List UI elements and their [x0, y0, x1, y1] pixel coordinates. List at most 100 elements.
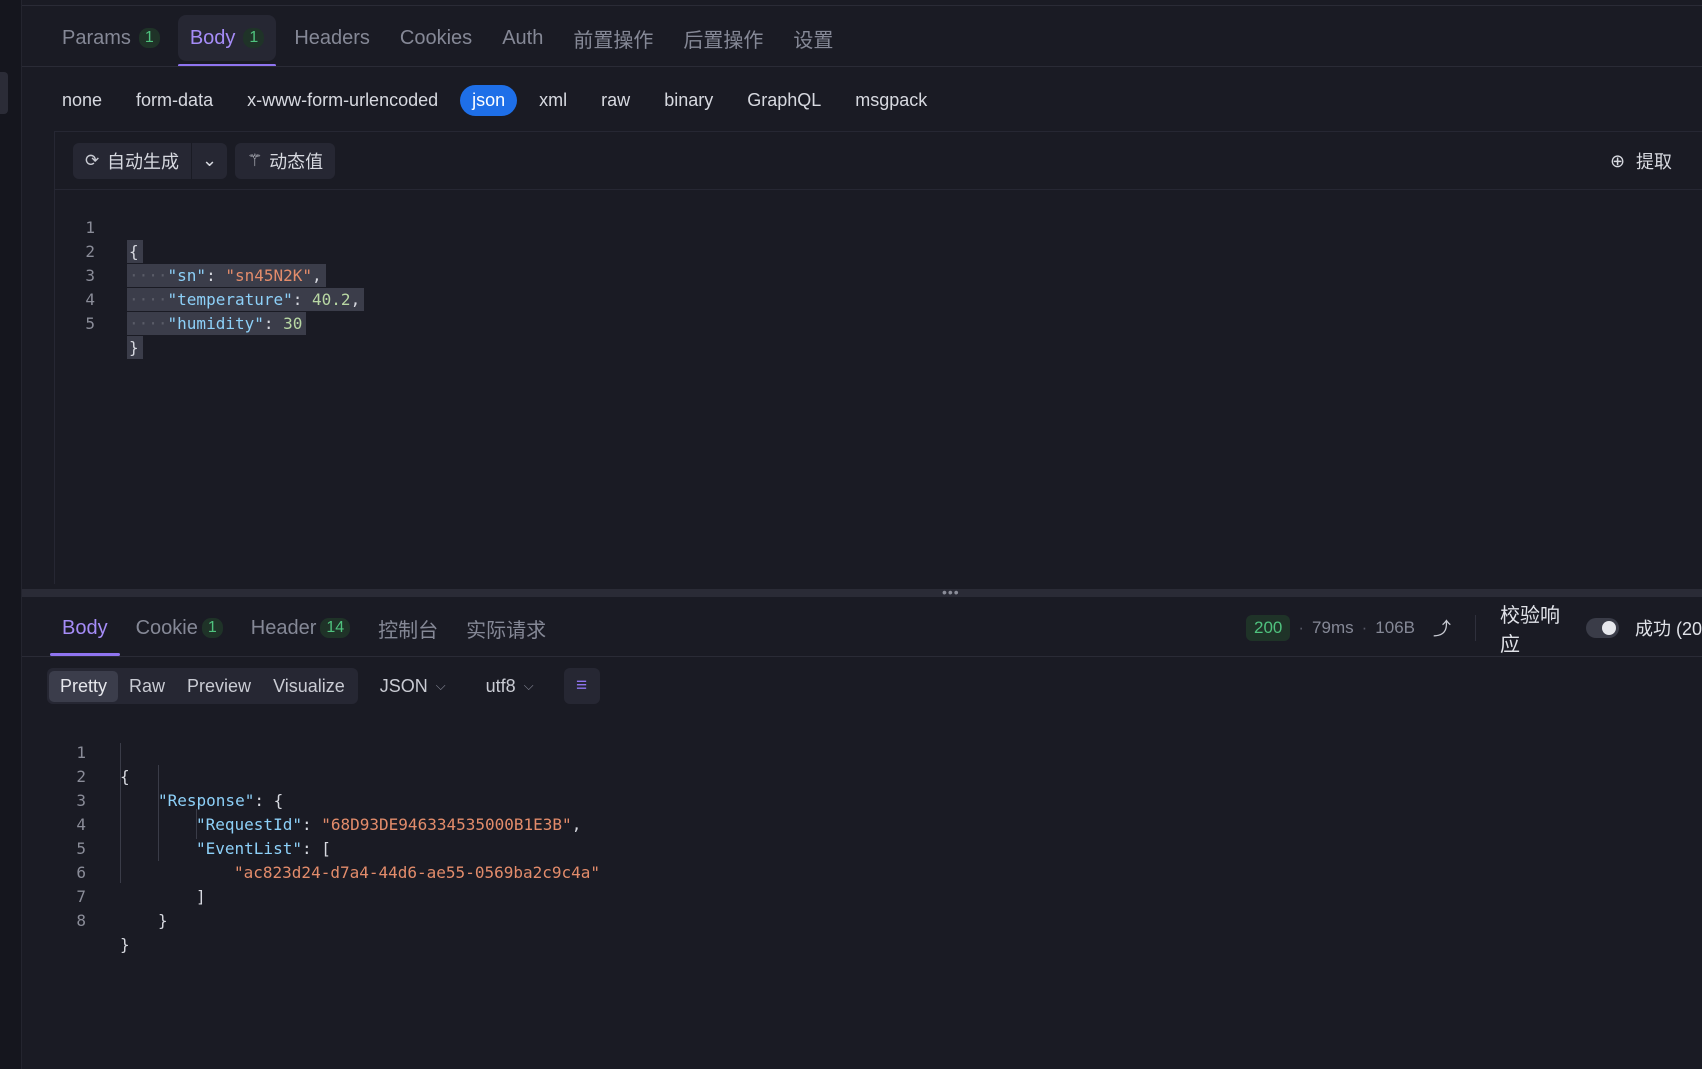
response-tab-console[interactable]: 控制台 — [366, 606, 450, 650]
editor-toolbar: ⟳ 自动生成 ⌄ ⚚ 动态值 ⊕ 提取 — [55, 132, 1702, 190]
body-type-form-data[interactable]: form-data — [124, 85, 225, 116]
dynamic-value-button[interactable]: ⚚ 动态值 — [235, 142, 336, 179]
code-line: 4 ····"humidity": 30 — [55, 264, 307, 335]
word-wrap-button[interactable]: ≡ — [563, 668, 600, 704]
view-mode-pretty[interactable]: Pretty — [49, 670, 119, 702]
tab-cookies[interactable]: Cookies — [388, 15, 484, 61]
response-code[interactable]: 1 { 2 "Response": { 3 "RequestId": "68D9… — [48, 717, 600, 954]
json-key: "humidity" — [167, 314, 264, 333]
body-type-json[interactable]: json — [460, 84, 518, 116]
top-border — [22, 0, 1702, 6]
verify-result[interactable]: 成功 (20 — [1635, 615, 1702, 641]
divider — [22, 656, 1702, 657]
tab-label: Auth — [502, 26, 544, 49]
encoding-dropdown[interactable]: utf8 ⌵ — [486, 676, 534, 697]
tab-params[interactable]: Params 1 — [50, 15, 172, 61]
request-body-editor: ⟳ 自动生成 ⌄ ⚚ 动态值 ⊕ 提取 1 { 2 ····"sn": "sn4… — [54, 132, 1702, 584]
code-line: 5 } — [55, 288, 143, 359]
json-key: "Response" — [158, 791, 255, 810]
code-line: 1 { — [55, 192, 143, 263]
response-tabs: Body Cookie 1 Header 14 控制台 实际请求 — [50, 606, 558, 656]
body-count-badge: 1 — [243, 28, 265, 48]
tab-label: 设置 — [793, 29, 834, 52]
tab-label: Body — [189, 26, 236, 49]
tab-label: Header — [250, 616, 317, 639]
header-count-badge: 14 — [320, 618, 351, 638]
code-line: 2 ····"sn": "sn45N2K", — [55, 216, 326, 287]
magic-wand-icon: ⚚ — [247, 150, 263, 170]
share-icon[interactable]: ⤴ — [1433, 615, 1451, 641]
auto-generate-dropdown[interactable]: ⌄ — [191, 142, 228, 179]
tab-label: Body — [62, 616, 108, 639]
dropdown-value: JSON — [379, 675, 428, 696]
chevron-down-icon: ⌄ — [202, 150, 218, 170]
body-type-raw[interactable]: raw — [589, 85, 642, 116]
json-key: "EventList" — [196, 839, 302, 858]
response-tab-body[interactable]: Body — [50, 606, 120, 656]
response-time: 79ms — [1312, 618, 1354, 637]
code-line: 1 { — [48, 717, 129, 786]
body-type-binary[interactable]: binary — [652, 85, 725, 116]
tab-body[interactable]: Body 1 — [177, 15, 277, 67]
body-type-xml[interactable]: xml — [527, 85, 579, 116]
json-value: "68D93DE946334535000B1E3B" — [321, 815, 572, 834]
button-label: 提取 — [1636, 152, 1672, 172]
json-key: "sn" — [167, 266, 207, 285]
response-size: 106B — [1375, 618, 1415, 637]
button-label: 自动生成 — [107, 151, 179, 172]
response-tab-actual-request[interactable]: 实际请求 — [454, 606, 558, 650]
json-brace: { — [127, 240, 143, 263]
json-brace: } — [127, 336, 143, 359]
chevron-down-icon: ⌵ — [523, 678, 534, 693]
indent-guide — [120, 743, 121, 883]
view-mode-selector: Pretty Raw Preview Visualize — [47, 668, 358, 704]
tab-headers[interactable]: Headers — [282, 15, 382, 61]
response-tab-header[interactable]: Header 14 — [239, 606, 362, 650]
refresh-icon: ⟳ — [85, 150, 100, 170]
tab-auth[interactable]: Auth — [490, 15, 555, 61]
response-view-controls: Pretty Raw Preview Visualize JSON ⌵ utf8… — [47, 668, 600, 704]
tab-post-operations[interactable]: 后置操作 — [671, 15, 775, 61]
json-value: "ac823d24-d7a4-44d6-ae55-0569ba2c9c4a" — [234, 863, 601, 882]
code-line: 7 } — [48, 861, 167, 930]
line-number: 5 — [85, 314, 95, 333]
auto-generate-button[interactable]: ⟳ 自动生成 — [73, 142, 191, 179]
drag-handle-icon[interactable]: ••• — [942, 585, 960, 599]
body-type-none[interactable]: none — [50, 85, 114, 116]
indent-guide — [158, 765, 159, 861]
json-value: 30 — [283, 314, 303, 333]
view-mode-visualize[interactable]: Visualize — [262, 671, 356, 702]
view-mode-raw[interactable]: Raw — [118, 671, 176, 702]
tab-label: 实际请求 — [466, 619, 547, 642]
code-line: 6 ] — [48, 837, 205, 906]
verify-response-toggle[interactable] — [1585, 618, 1619, 638]
button-label: 动态值 — [269, 151, 324, 172]
chevron-down-icon: ⌵ — [435, 678, 446, 693]
view-mode-preview[interactable]: Preview — [176, 671, 262, 702]
body-type-urlencoded[interactable]: x-www-form-urlencoded — [235, 85, 450, 116]
tab-settings[interactable]: 设置 — [781, 15, 845, 61]
extract-button[interactable]: ⊕ 提取 — [1610, 143, 1672, 179]
line-number: 8 — [76, 911, 86, 930]
body-type-graphql[interactable]: GraphQL — [735, 85, 833, 116]
left-gutter — [0, 0, 22, 1069]
body-type-msgpack[interactable]: msgpack — [843, 85, 939, 116]
divider — [22, 66, 1702, 67]
tab-pre-operations[interactable]: 前置操作 — [561, 15, 665, 61]
code-line: 2 "Response": { — [48, 741, 283, 810]
panel-resize-divider[interactable] — [22, 589, 1702, 597]
cookie-count-badge: 1 — [201, 618, 223, 638]
request-code[interactable]: 1 { 2 ····"sn": "sn45N2K", 3 ····"temper… — [55, 192, 365, 359]
sidebar-collapse-handle[interactable] — [0, 72, 8, 114]
json-value: 40.2 — [312, 290, 351, 309]
tab-label: Headers — [294, 26, 370, 49]
json-key: "RequestId" — [196, 815, 302, 834]
response-tab-cookie[interactable]: Cookie 1 — [124, 606, 235, 650]
code-line: 3 ····"temperature": 40.2, — [55, 240, 365, 311]
tab-label: 前置操作 — [573, 29, 654, 52]
response-status-bar: 200 · 79ms · 106B ⤴ 校验响应 成功 (20 — [1246, 605, 1702, 656]
format-dropdown[interactable]: JSON ⌵ — [380, 676, 446, 697]
word-wrap-icon: ≡ — [576, 675, 588, 696]
json-key: "temperature" — [167, 290, 293, 309]
auto-generate-group: ⟳ 自动生成 ⌄ — [73, 142, 228, 179]
